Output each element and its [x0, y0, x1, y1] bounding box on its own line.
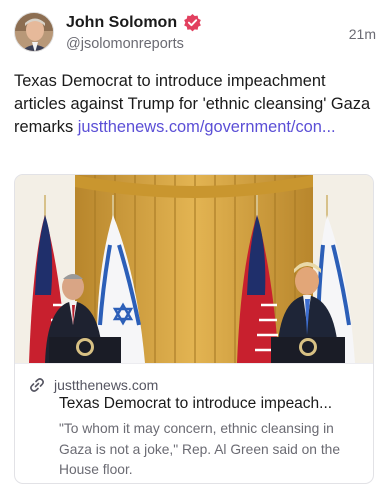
verified-badge-icon	[183, 13, 202, 32]
avatar[interactable]	[14, 12, 54, 52]
link-description: "To whom it may concern, ethnic cleansin…	[59, 421, 340, 477]
post-link[interactable]: justthenews.com/government/con...	[78, 118, 336, 136]
post-card[interactable]: John Solomon @jsolomonreports 21m Texas …	[0, 0, 389, 500]
link-preview-card[interactable]: justthenews.com Texas Democrat to introd…	[14, 174, 374, 484]
link-title[interactable]: Texas Democrat to introduce impeach...	[59, 395, 365, 413]
link-preview-image	[15, 175, 373, 363]
link-domain: justthenews.com	[54, 377, 159, 393]
link-preview-meta: justthenews.com Texas Democrat to introd…	[15, 363, 373, 483]
link-icon	[29, 377, 45, 393]
post-header: John Solomon @jsolomonreports 21m	[14, 12, 376, 56]
author-handle[interactable]: @jsolomonreports	[66, 36, 184, 52]
post-timestamp[interactable]: 21m	[349, 26, 376, 42]
author-name-row: John Solomon	[66, 13, 202, 32]
post-body: Texas Democrat to introduce impeachment …	[14, 70, 374, 139]
author-name[interactable]: John Solomon	[66, 14, 177, 32]
link-domain-row: justthenews.com	[29, 377, 158, 393]
